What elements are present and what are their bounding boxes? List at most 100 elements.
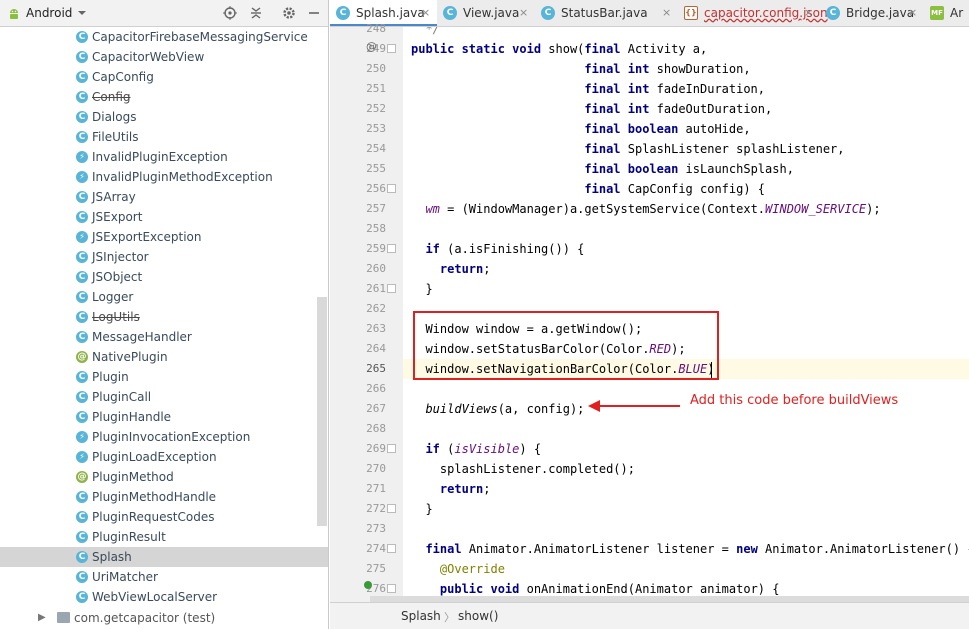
close-icon[interactable]: × <box>519 6 528 19</box>
code-line: return; <box>439 262 491 276</box>
tab-file[interactable]: MF Ar <box>924 0 969 26</box>
locate-icon[interactable] <box>222 5 238 21</box>
fold-marker-icon[interactable] <box>387 444 396 453</box>
tree-item[interactable]: C PluginResult <box>0 527 328 547</box>
line-number: 254 <box>366 142 386 155</box>
annotation-text: Add this code before buildViews <box>690 393 899 408</box>
tree-item[interactable]: C Splash <box>0 547 328 567</box>
tree-item[interactable]: C LogUtils <box>0 307 328 327</box>
tree-item-label: PluginLoadException <box>92 450 217 464</box>
tab-file[interactable]: {} capacitor.config.json × <box>678 0 828 26</box>
package-row[interactable]: ▶ com.getcapacitor (test) <box>0 607 328 629</box>
tree-item-label: Plugin <box>92 370 129 384</box>
package-label: com.getcapacitor (test) <box>74 611 216 625</box>
hide-panel-icon[interactable] <box>306 5 322 21</box>
tab-file[interactable]: C Bridge.java × <box>820 0 924 26</box>
chevron-right-icon[interactable]: ▶ <box>38 612 46 623</box>
line-number: 249 <box>366 42 386 55</box>
tree-item[interactable]: ⚡ InvalidPluginException <box>0 147 328 167</box>
tree-item-label: PluginInvocationException <box>92 430 251 444</box>
line-number: 250 <box>366 62 386 75</box>
tree-item[interactable]: ⚡ PluginLoadException <box>0 447 328 467</box>
tree-item[interactable]: C Logger <box>0 287 328 307</box>
tree-item[interactable]: C WebViewLocalServer <box>0 587 328 607</box>
json-file-icon: {} <box>684 6 698 20</box>
tree-item-label: InvalidPluginException <box>92 150 228 164</box>
breadcrumb-item-class[interactable]: Splash <box>401 609 441 623</box>
class-icon: C <box>76 391 88 403</box>
tree-item[interactable]: ⚡ JSExportException <box>0 227 328 247</box>
override-marker-icon[interactable]: @ <box>366 40 377 53</box>
close-icon[interactable]: × <box>908 6 917 19</box>
tree-item[interactable]: C Config <box>0 87 328 107</box>
project-scrollbar[interactable] <box>317 297 327 526</box>
tree-item-label: JSExportException <box>92 230 202 244</box>
tree-item-label: FileUtils <box>92 130 139 144</box>
tab-label: StatusBar.java <box>561 6 648 20</box>
breadcrumb-item-method[interactable]: show() <box>458 609 498 623</box>
class-icon: C <box>76 331 88 343</box>
editor-tabs: C Splash.java × C View.java × C StatusBar.java ×… <box>330 0 969 27</box>
fold-marker-icon[interactable] <box>387 184 396 193</box>
fold-marker-icon[interactable] <box>387 244 396 253</box>
class-icon: C <box>76 91 88 103</box>
tree-item[interactable]: C Dialogs <box>0 107 328 127</box>
gear-icon[interactable] <box>281 5 297 21</box>
annotation-icon: @ <box>76 471 88 483</box>
class-icon: C <box>76 211 88 223</box>
tree-item[interactable]: C MessageHandler <box>0 327 328 347</box>
tree-item[interactable]: C PluginHandle <box>0 407 328 427</box>
line-number: 272 <box>366 502 386 515</box>
tree-item[interactable]: C FileUtils <box>0 127 328 147</box>
class-icon: C <box>76 531 88 543</box>
tree-item[interactable]: C JSObject <box>0 267 328 287</box>
tree-item[interactable]: @ NativePlugin <box>0 347 328 367</box>
chevron-down-icon[interactable] <box>76 7 88 19</box>
fold-marker-icon[interactable] <box>387 284 396 293</box>
fold-marker-icon[interactable] <box>387 584 396 593</box>
project-view-title[interactable]: Android <box>26 6 72 20</box>
tree-item-label: PluginCall <box>92 390 152 404</box>
package-folder-icon <box>57 612 70 623</box>
implements-marker-icon[interactable] <box>364 581 372 589</box>
text-caret <box>711 362 712 378</box>
collapse-all-icon[interactable] <box>248 5 264 21</box>
tree-item[interactable]: ⚡ InvalidPluginMethodException <box>0 167 328 187</box>
tree-item[interactable]: C Plugin <box>0 367 328 387</box>
fold-marker-icon[interactable] <box>387 544 396 553</box>
tree-item[interactable]: C UriMatcher <box>0 567 328 587</box>
line-number: 276 <box>366 582 386 595</box>
fold-marker-icon[interactable] <box>387 504 396 513</box>
close-icon[interactable]: × <box>804 6 813 19</box>
class-icon: C <box>76 411 88 423</box>
tree-item[interactable]: C PluginMethodHandle <box>0 487 328 507</box>
code-line: if (isVisible) { <box>425 442 542 456</box>
tree-item-label: InvalidPluginMethodException <box>92 170 273 184</box>
tree-item[interactable]: @ PluginMethod <box>0 467 328 487</box>
tree-item[interactable]: C CapacitorFirebaseMessagingService <box>0 27 328 47</box>
line-number: 275 <box>366 562 386 575</box>
tab-file[interactable]: C View.java × <box>437 0 535 26</box>
tree-item[interactable]: C CapConfig <box>0 67 328 87</box>
tree-item[interactable]: C PluginCall <box>0 387 328 407</box>
class-icon: C <box>76 491 88 503</box>
fold-marker-icon[interactable] <box>387 44 396 53</box>
line-number: 260 <box>366 262 386 275</box>
code-line: final Animator.AnimatorListener listener… <box>425 542 969 556</box>
tree-item[interactable]: C PluginRequestCodes <box>0 507 328 527</box>
code-line: final int fadeOutDuration, <box>584 102 773 116</box>
tree-item-label: CapacitorWebView <box>92 50 205 64</box>
class-icon: C <box>76 371 88 383</box>
tree-item[interactable]: C JSExport <box>0 207 328 227</box>
tree-item[interactable]: C CapacitorWebView <box>0 47 328 67</box>
tab-label: View.java <box>463 6 520 20</box>
tab-file[interactable]: C StatusBar.java × <box>535 0 678 26</box>
tree-item[interactable]: C JSArray <box>0 187 328 207</box>
close-icon[interactable]: × <box>421 6 430 19</box>
class-icon: C <box>76 271 88 283</box>
tree-item[interactable]: ⚡ PluginInvocationException <box>0 427 328 447</box>
tree-item[interactable]: C JSInjector <box>0 247 328 267</box>
close-icon[interactable]: × <box>662 6 671 19</box>
class-icon: C <box>76 251 88 263</box>
code-line: final int fadeInDuration, <box>584 82 766 96</box>
